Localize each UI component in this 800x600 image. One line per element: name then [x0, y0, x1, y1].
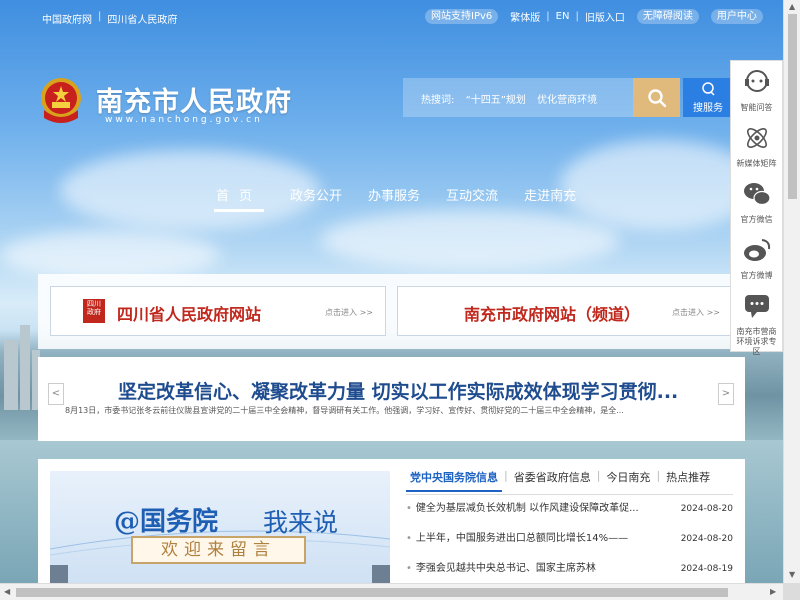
state-council-banner[interactable]: @国务院 我来说 欢迎来留言 — [50, 471, 390, 583]
portal-links: 四川 政府 四川省人民政府网站 点击进入 >> 南充市政府网站（频道） 点击进入 … — [38, 274, 745, 349]
user-center-button[interactable]: 用户中心 — [710, 9, 763, 24]
hot-words-label: 热搜词: — [421, 95, 455, 106]
top-bar: 中国政府网 | 四川省人民政府 网站支持IPv6 繁体版 | EN | 旧版入口… — [0, 0, 783, 34]
atom-icon — [746, 128, 767, 148]
headline-title[interactable]: 坚定改革信心、凝聚改革力量 切实以工作实际成效体现学习贯彻... — [118, 377, 678, 404]
portal-title: 南充市政府网站（频道） — [464, 305, 641, 324]
tab-province[interactable]: 省委省政府信息 — [510, 469, 595, 492]
scrollbar-corner — [783, 583, 800, 600]
hot-word-link[interactable]: 优化营商环境 — [537, 95, 597, 106]
horizontal-scroll-thumb[interactable] — [16, 588, 728, 597]
next-arrow-button[interactable]: > — [718, 383, 734, 405]
sichuan-logo-icon: 四川 政府 — [83, 299, 105, 323]
banner-welcome-text: 欢迎来留言 — [131, 536, 306, 564]
scroll-right-icon[interactable]: ▶ — [770, 587, 776, 596]
portal-enter-link[interactable]: 点击进入 >> — [325, 307, 373, 318]
tab-hot[interactable]: 热点推荐 — [662, 469, 714, 492]
list-item[interactable]: 李强会见越共中央总书记、国家主席苏林 2024-08-19 — [406, 561, 733, 583]
portal-nanchong[interactable]: 南充市政府网站（频道） 点击进入 >> — [397, 286, 733, 336]
link-sichuan-gov[interactable]: 四川省人民政府 — [107, 11, 177, 26]
list-item[interactable]: 健全为基层减负长效机制 以作风建设保障改革促... 2024-08-20 — [406, 501, 733, 531]
english-link[interactable]: EN — [556, 11, 570, 22]
side-float-panel: 智能问答 新媒体矩阵 官方微信 官方微博 南充市营商环境诉求专区 — [730, 60, 783, 356]
news-list: 健全为基层减负长效机制 以作风建设保障改革促... 2024-08-20 上半年… — [406, 501, 733, 583]
scroll-up-icon[interactable]: ▲ — [789, 2, 795, 11]
nav-gov-affairs[interactable]: 政务公开 — [290, 185, 342, 212]
cloud — [320, 210, 620, 270]
portal-enter-link[interactable]: 点击进入 >> — [672, 307, 720, 318]
search-button[interactable] — [633, 78, 680, 117]
portal-sichuan[interactable]: 四川 政府 四川省人民政府网站 点击进入 >> — [50, 286, 386, 336]
news-section: @国务院 我来说 欢迎来留言 党中央国务院信息 | 省委省政府信息 | 今日南充… — [38, 459, 745, 583]
hot-word-link[interactable]: “十四五”规划 — [466, 95, 526, 106]
horizontal-scrollbar[interactable]: ◀ ▶ — [0, 583, 783, 600]
traditional-chinese-link[interactable]: 繁体版 — [510, 9, 540, 24]
service-search-label: 搜服务 — [693, 103, 723, 114]
side-item-wechat[interactable]: 官方微信 — [731, 173, 782, 229]
scroll-left-icon[interactable]: ◀ — [4, 587, 10, 596]
banner-say-text: 我来说 — [263, 508, 339, 537]
side-item-weibo[interactable]: 官方微博 — [731, 229, 782, 285]
scroll-down-icon[interactable]: ▼ — [789, 570, 795, 579]
portal-title: 四川省人民政府网站 — [117, 305, 262, 324]
main-nav: 首页 政务公开 办事服务 互动交流 走进南充 — [214, 185, 602, 212]
list-item[interactable]: 上半年，中国服务进出口总额同比增长14%—— 2024-08-20 — [406, 531, 733, 561]
banner-next-icon[interactable] — [372, 565, 390, 583]
banner-at-text: @国务院 — [114, 507, 219, 537]
robot-icon — [702, 82, 715, 96]
tab-central[interactable]: 党中央国务院信息 — [406, 469, 502, 492]
headline-summary: 8月13日，市委书记张冬云前往仪陇县宣讲党的二十届三中全会精神，督导调研有关工作… — [65, 406, 624, 415]
search-icon — [647, 88, 666, 107]
cloud — [0, 230, 220, 280]
prev-arrow-button[interactable]: < — [48, 383, 64, 405]
weibo-icon — [743, 239, 770, 261]
headline-carousel: < 坚定改革信心、凝聚改革力量 切实以工作实际成效体现学习贯彻... 8月13日… — [38, 357, 745, 441]
chat-robot-icon — [744, 70, 769, 92]
vertical-scrollbar[interactable]: ▲ ▼ — [783, 0, 800, 583]
nav-about-nanchong[interactable]: 走进南充 — [524, 185, 576, 212]
message-icon — [744, 295, 769, 318]
site-url: www.nanchong.gov.cn — [105, 115, 263, 125]
side-item-business-env[interactable]: 南充市营商环境诉求专区 — [731, 285, 782, 356]
news-tabs: 党中央国务院信息 | 省委省政府信息 | 今日南充 | 热点推荐 — [406, 469, 714, 492]
service-search-button[interactable]: 搜服务 — [683, 78, 733, 117]
national-emblem-icon — [41, 78, 81, 123]
wechat-icon — [743, 183, 771, 206]
link-gov-cn[interactable]: 中国政府网 — [42, 11, 92, 26]
page: 中国政府网 | 四川省人民政府 网站支持IPv6 繁体版 | EN | 旧版入口… — [0, 0, 783, 583]
nav-home[interactable]: 首页 — [214, 185, 265, 212]
accessibility-button[interactable]: 无障碍阅读 — [636, 9, 699, 24]
site-title[interactable]: 南充市人民政府 — [96, 80, 292, 119]
banner-prev-icon[interactable] — [50, 565, 68, 583]
vertical-scroll-thumb[interactable] — [788, 14, 797, 199]
tab-today-nanchong[interactable]: 今日南充 — [602, 469, 654, 492]
old-version-link[interactable]: 旧版入口 — [585, 9, 625, 24]
side-item-media[interactable]: 新媒体矩阵 — [731, 117, 782, 173]
nav-services[interactable]: 办事服务 — [368, 185, 420, 212]
side-item-qa[interactable]: 智能问答 — [731, 61, 782, 117]
ipv6-badge[interactable]: 网站支持IPv6 — [425, 9, 499, 24]
nav-interaction[interactable]: 互动交流 — [446, 185, 498, 212]
